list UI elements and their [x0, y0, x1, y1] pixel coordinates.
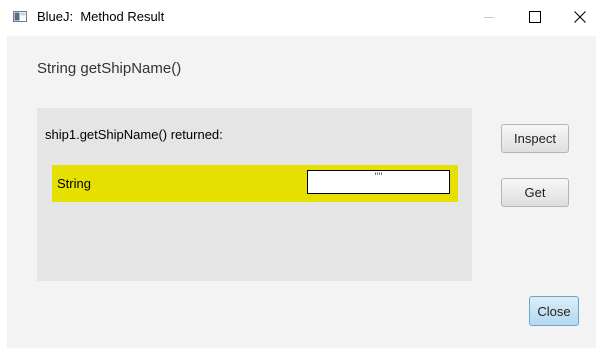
dialog-content: String getShipName() ship1.getShipName()…: [7, 36, 596, 348]
maximize-icon: [529, 11, 541, 23]
minimize-button[interactable]: [466, 0, 512, 34]
close-button[interactable]: Close: [529, 296, 579, 326]
inspect-button[interactable]: Inspect: [501, 124, 569, 153]
result-type: String: [57, 176, 91, 191]
get-button[interactable]: Get: [501, 178, 569, 207]
bluej-app-icon: [13, 11, 27, 22]
returned-label: ship1.getShipName() returned:: [45, 127, 223, 142]
result-panel: ship1.getShipName() returned: String "": [37, 108, 472, 281]
title-bar[interactable]: BlueJ: Method Result: [0, 0, 603, 36]
method-signature: String getShipName(): [37, 60, 182, 77]
maximize-button[interactable]: [512, 0, 558, 34]
window-title: BlueJ: Method Result: [37, 9, 165, 24]
method-result-window: BlueJ: Method Result String getShipName(…: [0, 0, 603, 355]
minimize-icon: [484, 17, 494, 18]
close-icon: [574, 11, 586, 23]
result-row[interactable]: String "": [52, 165, 458, 202]
close-window-button[interactable]: [557, 0, 603, 34]
result-value[interactable]: "": [307, 170, 450, 194]
